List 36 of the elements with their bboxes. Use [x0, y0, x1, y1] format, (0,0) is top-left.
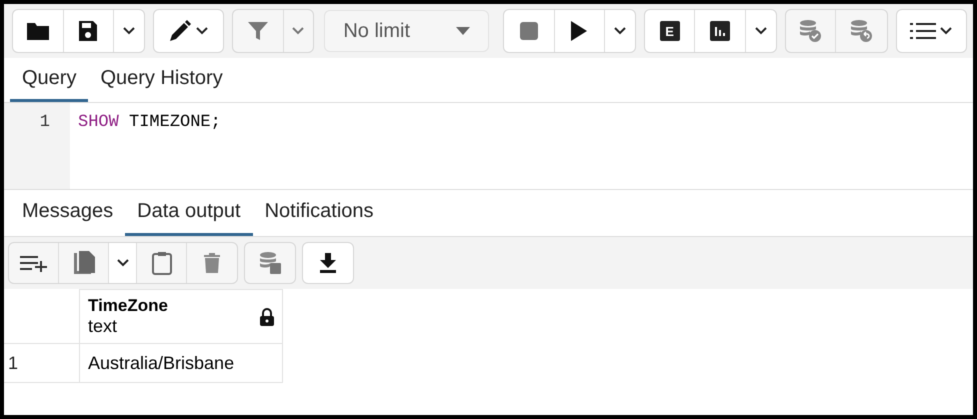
save-icon: [78, 20, 98, 42]
trash-icon: [204, 253, 220, 273]
limit-select[interactable]: No limit: [324, 10, 490, 52]
numbered-list-icon: [910, 22, 936, 40]
database-save-icon: [258, 251, 282, 275]
row-number: 1: [4, 344, 80, 382]
table-cell: Australia/Brisbane: [80, 344, 282, 382]
caret-icon: [292, 27, 304, 35]
caret-icon: [122, 27, 135, 35]
result-tab[interactable]: Notifications: [252, 190, 386, 236]
result-tab[interactable]: Messages: [10, 190, 126, 236]
explain-button[interactable]: E: [644, 10, 696, 52]
caret-icon: [754, 27, 767, 35]
copy-options-button[interactable]: [109, 243, 137, 283]
editor-tab[interactable]: Query History: [88, 58, 235, 102]
add-row-icon: [20, 254, 48, 272]
pen-icon: [168, 19, 192, 43]
dropdown-arrow-icon: [456, 27, 470, 35]
caret-icon: [614, 27, 626, 35]
play-icon: [570, 20, 588, 42]
caret-icon: [116, 259, 128, 267]
stop-icon: [520, 22, 538, 40]
database-undo-icon: [849, 19, 874, 43]
copy-icon: [72, 251, 94, 275]
line-number: 1: [38, 113, 51, 134]
folder-icon: [26, 21, 50, 41]
column-name: TimeZone: [88, 296, 168, 316]
filter-icon: [248, 21, 268, 41]
column-type: text: [88, 316, 118, 337]
download-icon: [319, 253, 337, 273]
caret-icon: [196, 27, 208, 35]
code-line: SHOW TIMEZONE;: [78, 113, 221, 134]
caret-icon: [940, 27, 952, 35]
bar-chart-icon: [710, 21, 730, 41]
database-check-icon: [798, 19, 822, 43]
clipboard-icon: [152, 251, 172, 275]
